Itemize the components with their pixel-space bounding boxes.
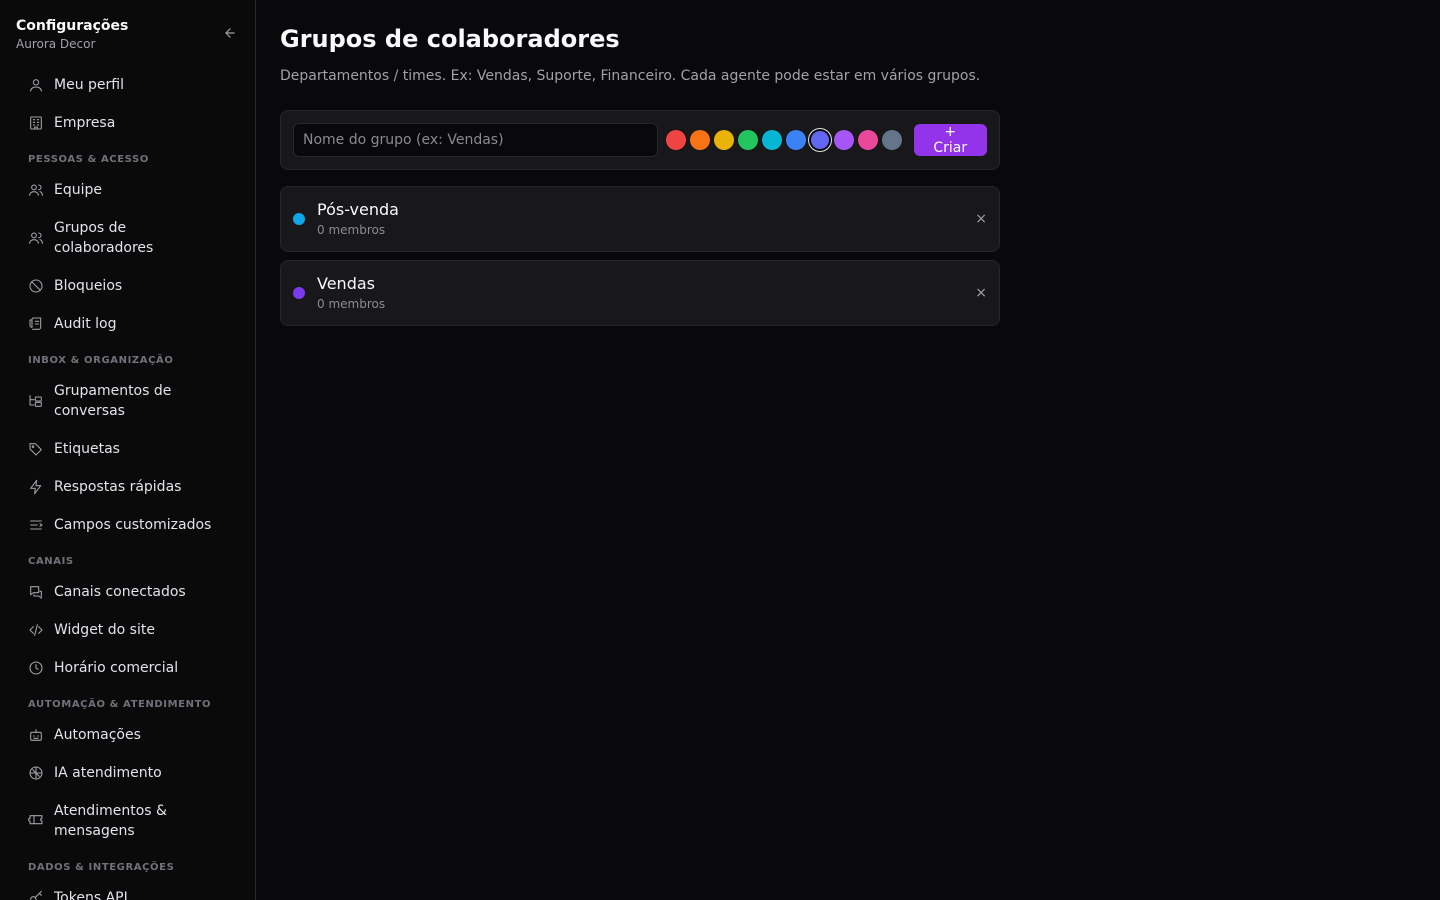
collapse-sidebar-button[interactable] xyxy=(221,24,239,42)
create-group-form: + Criar xyxy=(280,110,1000,170)
folder-tree-icon xyxy=(28,393,44,409)
sidebar-item-meu-perfil[interactable]: Meu perfil xyxy=(16,66,239,104)
workspace-name: Aurora Decor xyxy=(16,37,96,51)
sidebar-item-label: Tokens API xyxy=(54,890,128,900)
sidebar-section-label: INBOX & ORGANIZAÇÃO xyxy=(28,355,174,366)
users-group-icon xyxy=(28,230,44,246)
sidebar-item-widget-do-site[interactable]: Widget do site xyxy=(16,611,239,649)
color-swatch[interactable] xyxy=(761,130,782,150)
sidebar-item-grupamentos-de-conversas[interactable]: Grupamentos de conversas xyxy=(16,372,239,430)
sidebar-item-label: Grupos de colaboradores xyxy=(54,220,154,256)
sidebar-item-canais-conectados[interactable]: Canais conectados xyxy=(16,573,239,611)
group-member-count: 0 membros xyxy=(317,223,386,237)
building-icon xyxy=(28,115,44,131)
users-icon xyxy=(28,182,44,198)
page-title: Grupos de colaboradores xyxy=(280,25,620,53)
group-list: Pós-venda 0 membros × Vendas 0 membros × xyxy=(280,186,1416,326)
sidebar-item-tokens-api[interactable]: Tokens API xyxy=(16,879,239,900)
sidebar-item-label: Grupamentos de conversas xyxy=(54,383,172,419)
color-swatch[interactable] xyxy=(665,130,686,150)
list-fields-icon xyxy=(28,517,44,533)
settings-nav: Meu perfil Empresa PESSOAS & ACESSO Equipe G… xyxy=(0,66,255,900)
group-name: Vendas xyxy=(317,274,375,293)
sidebar-item-label: Respostas rápidas xyxy=(54,479,182,495)
messages-icon xyxy=(28,584,44,600)
color-swatch[interactable] xyxy=(810,131,829,149)
sidebar-section-label: AUTOMAÇÃO & ATENDIMENTO xyxy=(28,699,212,710)
group-name-input[interactable] xyxy=(293,123,658,157)
arrow-left-icon xyxy=(225,28,235,38)
color-swatch[interactable] xyxy=(785,130,806,150)
zap-icon xyxy=(28,479,44,495)
ban-icon xyxy=(28,278,44,294)
sidebar-item-empresa[interactable]: Empresa xyxy=(16,104,239,142)
sidebar-item-label: Bloqueios xyxy=(54,278,123,294)
brain-icon xyxy=(28,765,44,781)
group-card[interactable]: Pós-venda 0 membros × xyxy=(280,186,1000,252)
group-color-dot xyxy=(293,213,305,225)
tag-icon xyxy=(28,441,44,457)
sidebar-item-campos-customizados[interactable]: Campos customizados xyxy=(16,506,239,544)
color-picker xyxy=(665,130,902,150)
sidebar-item-label: Empresa xyxy=(54,115,116,131)
group-info: Pós-venda 0 membros xyxy=(317,200,399,238)
main-content: Grupos de colaboradores Departamentos / … xyxy=(256,0,1440,900)
page-description: Departamentos / times. Ex: Vendas, Supor… xyxy=(280,68,981,84)
color-swatch[interactable] xyxy=(689,130,710,150)
clock-icon xyxy=(28,660,44,676)
app-root: Configurações Aurora Decor Meu perfil Emp… xyxy=(0,0,1440,900)
sidebar-header: Configurações Aurora Decor xyxy=(0,0,255,66)
ticket-icon xyxy=(28,813,44,829)
sidebar-item-label: Audit log xyxy=(54,316,117,332)
group-color-dot xyxy=(293,287,305,299)
sidebar-item-label: Equipe xyxy=(54,182,102,198)
code-icon xyxy=(28,622,44,638)
color-swatch[interactable] xyxy=(857,130,878,150)
sidebar-title: Configurações xyxy=(16,18,129,34)
group-member-count: 0 membros xyxy=(317,297,386,311)
sidebar-item-grupos-de-colaboradores[interactable]: Grupos de colaboradores xyxy=(16,209,239,267)
sidebar-item-etiquetas[interactable]: Etiquetas xyxy=(16,430,239,468)
color-swatch[interactable] xyxy=(713,130,734,150)
sidebar-item-label: Meu perfil xyxy=(54,77,124,93)
key-icon xyxy=(28,890,44,900)
sidebar-item-ia-atendimento[interactable]: IA atendimento xyxy=(16,754,239,792)
color-swatch[interactable] xyxy=(833,130,854,150)
sidebar-section-label: CANAIS xyxy=(28,556,74,567)
remove-group-button[interactable]: × xyxy=(975,286,987,300)
bot-icon xyxy=(28,727,44,743)
scroll-icon xyxy=(28,316,44,332)
settings-sidebar: Configurações Aurora Decor Meu perfil Emp… xyxy=(0,0,256,900)
group-name: Pós-venda xyxy=(317,200,399,219)
sidebar-item-bloqueios[interactable]: Bloqueios xyxy=(16,267,239,305)
remove-group-button[interactable]: × xyxy=(975,212,987,226)
sidebar-item-horario-comercial[interactable]: Horário comercial xyxy=(16,649,239,687)
sidebar-item-label: Atendimentos & mensagens xyxy=(54,803,167,839)
sidebar-item-label: Canais conectados xyxy=(54,584,186,600)
color-swatch[interactable] xyxy=(881,130,902,150)
sidebar-item-label: Automações xyxy=(54,727,141,743)
color-swatch[interactable] xyxy=(737,130,758,150)
sidebar-item-automacoes[interactable]: Automações xyxy=(16,716,239,754)
sidebar-item-label: Etiquetas xyxy=(54,441,120,457)
group-info: Vendas 0 membros xyxy=(317,274,385,312)
sidebar-item-respostas-rapidas[interactable]: Respostas rápidas xyxy=(16,468,239,506)
sidebar-item-label: Widget do site xyxy=(54,622,155,638)
sidebar-item-audit-log[interactable]: Audit log xyxy=(16,305,239,343)
create-group-button[interactable]: + Criar xyxy=(913,124,987,156)
sidebar-section-label: PESSOAS & ACESSO xyxy=(28,154,149,165)
user-icon xyxy=(28,77,44,93)
sidebar-item-equipe[interactable]: Equipe xyxy=(16,171,239,209)
group-card[interactable]: Vendas 0 membros × xyxy=(280,260,1000,326)
sidebar-item-label: IA atendimento xyxy=(54,765,162,781)
sidebar-item-label: Campos customizados xyxy=(54,517,212,533)
sidebar-item-atendimentos-mensagens[interactable]: Atendimentos & mensagens xyxy=(16,792,239,850)
sidebar-section-label: DADOS & INTEGRAÇÕES xyxy=(28,862,175,873)
sidebar-item-label: Horário comercial xyxy=(54,660,179,676)
